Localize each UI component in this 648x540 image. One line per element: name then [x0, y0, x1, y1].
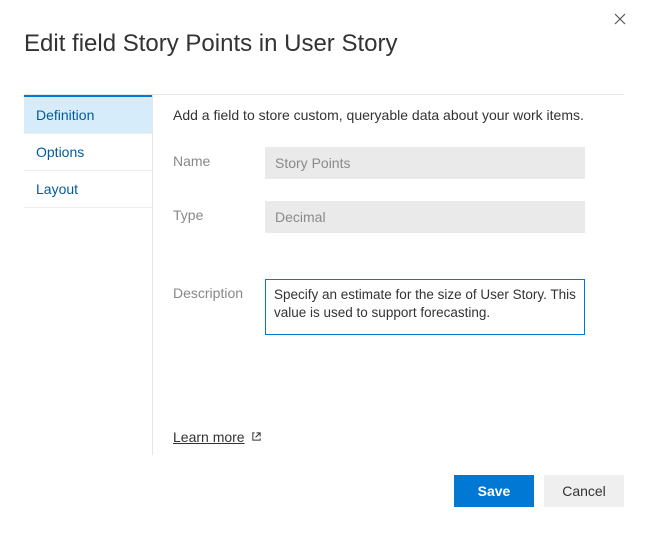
- edit-field-dialog: Edit field Story Points in User Story De…: [0, 0, 648, 525]
- external-link-icon: [251, 429, 262, 445]
- sidebar-item-definition[interactable]: Definition: [24, 95, 152, 134]
- name-row: Name Story Points: [173, 147, 604, 179]
- description-input[interactable]: [265, 279, 585, 335]
- dialog-body: Definition Options Layout Add a field to…: [24, 95, 624, 455]
- sidebar-item-layout[interactable]: Layout: [24, 171, 152, 208]
- cancel-button[interactable]: Cancel: [544, 475, 624, 507]
- learn-more-link[interactable]: Learn more: [173, 429, 262, 445]
- type-field: Decimal: [265, 201, 585, 233]
- close-button[interactable]: [610, 10, 630, 30]
- type-row: Type Decimal: [173, 201, 604, 233]
- description-label: Description: [173, 279, 265, 301]
- name-label: Name: [173, 147, 265, 169]
- name-field: Story Points: [265, 147, 585, 179]
- dialog-footer: Save Cancel: [24, 475, 624, 507]
- sidebar-item-options[interactable]: Options: [24, 134, 152, 171]
- sidebar-item-label: Definition: [36, 107, 94, 123]
- sidebar: Definition Options Layout: [24, 95, 152, 455]
- main-panel: Add a field to store custom, queryable d…: [152, 95, 624, 455]
- sidebar-item-label: Layout: [36, 181, 78, 197]
- close-icon: [614, 12, 626, 28]
- dialog-title: Edit field Story Points in User Story: [24, 30, 624, 58]
- save-button[interactable]: Save: [454, 475, 534, 507]
- intro-text: Add a field to store custom, queryable d…: [173, 107, 604, 123]
- type-label: Type: [173, 201, 265, 223]
- description-row: Description: [173, 279, 604, 335]
- sidebar-item-label: Options: [36, 144, 84, 160]
- learn-more-label: Learn more: [173, 429, 245, 445]
